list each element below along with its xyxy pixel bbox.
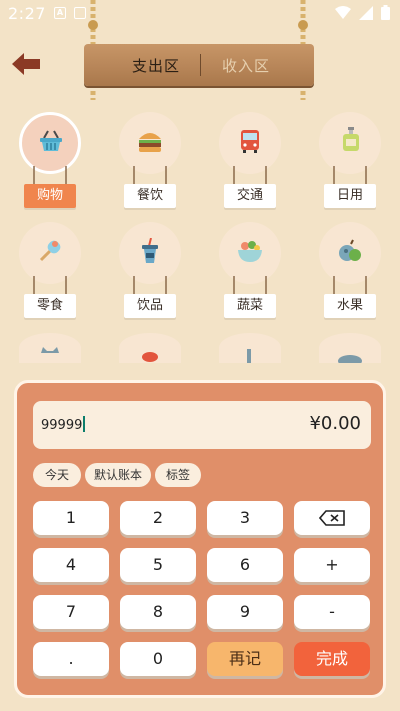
category-label: 饮品	[124, 294, 176, 318]
category-label: 餐饮	[124, 184, 176, 208]
type-switch-sign: 支出区 收入区	[84, 44, 314, 86]
key-6[interactable]: 6	[207, 548, 283, 582]
key-plus[interactable]: +	[294, 548, 370, 582]
soap-bottle-icon	[343, 127, 359, 151]
bus-icon	[241, 130, 259, 153]
note-text: 99999	[41, 418, 83, 433]
back-arrow-icon[interactable]	[10, 50, 42, 78]
category-icon-circle	[19, 112, 81, 174]
key-minus[interactable]: -	[294, 595, 370, 629]
category-label: 水果	[324, 294, 376, 318]
category-icon-circle	[319, 112, 381, 174]
category-daily[interactable]: 日用	[310, 112, 390, 212]
category-shopping[interactable]: 购物	[10, 112, 90, 212]
wifi-icon	[335, 5, 351, 19]
tab-income[interactable]: 收入区	[222, 55, 270, 76]
backspace-button[interactable]	[294, 501, 370, 535]
vegetable-bowl-icon	[238, 241, 262, 262]
ledger-chip[interactable]: 默认账本	[85, 463, 151, 487]
record-again-button[interactable]: 再记	[207, 642, 283, 676]
category-vegetables[interactable]: 蔬菜	[210, 222, 290, 322]
category-label: 蔬菜	[224, 294, 276, 318]
label-strings	[33, 276, 67, 296]
category-icon-circle	[119, 112, 181, 174]
category-icon-circle	[19, 222, 81, 284]
category-drinks[interactable]: 饮品	[110, 222, 190, 322]
label-strings	[333, 166, 367, 186]
fruit-icon	[339, 239, 361, 261]
category-label: 零食	[24, 294, 76, 318]
signal-icon	[359, 5, 373, 20]
tab-expense[interactable]: 支出区	[132, 55, 180, 76]
label-strings	[133, 166, 167, 186]
battery-icon	[381, 5, 390, 20]
done-button[interactable]: 完成	[294, 642, 370, 676]
key-8[interactable]: 8	[120, 595, 196, 629]
text-caret	[83, 416, 86, 432]
key-9[interactable]: 9	[207, 595, 283, 629]
label-strings	[233, 276, 267, 296]
label-strings	[33, 166, 67, 186]
ice-cream-icon	[39, 240, 61, 262]
category-label: 交通	[224, 184, 276, 208]
category-dining[interactable]: 餐饮	[110, 112, 190, 212]
key-3[interactable]: 3	[207, 501, 283, 535]
key-0[interactable]: 0	[120, 642, 196, 676]
tag-chip[interactable]: 标签	[155, 463, 201, 487]
category-icon-circle	[119, 222, 181, 284]
category-peek[interactable]	[119, 333, 181, 363]
bottle-icon	[247, 349, 251, 363]
disc-icon	[338, 355, 362, 363]
burger-icon	[139, 133, 161, 152]
entry-panel: 99999 ¥0.00 今天 默认账本 标签 1 2 3 4 5 6 + 7 8…	[14, 380, 386, 698]
category-fruit[interactable]: 水果	[310, 222, 390, 322]
key-2[interactable]: 2	[120, 501, 196, 535]
status-icons	[335, 5, 390, 20]
status-bar: 2:27 A	[0, 0, 400, 26]
label-strings	[333, 276, 367, 296]
category-icon-circle	[319, 222, 381, 284]
amount-value: ¥0.00	[309, 413, 361, 434]
category-peek[interactable]	[319, 333, 381, 363]
shopping-basket-icon	[40, 130, 62, 151]
amount-input-box[interactable]: 99999 ¥0.00	[33, 401, 371, 449]
cat-icon	[41, 347, 59, 353]
key-1[interactable]: 1	[33, 501, 109, 535]
drink-cup-icon	[142, 238, 158, 263]
date-chip[interactable]: 今天	[33, 463, 81, 487]
category-snacks[interactable]: 零食	[10, 222, 90, 322]
label-strings	[233, 166, 267, 186]
category-transport[interactable]: 交通	[210, 112, 290, 212]
status-time: 2:27	[8, 4, 46, 23]
key-5[interactable]: 5	[120, 548, 196, 582]
key-dot[interactable]: .	[33, 642, 109, 676]
category-icon-circle	[219, 222, 281, 284]
category-icon-circle	[219, 112, 281, 174]
category-label: 购物	[24, 184, 76, 208]
category-peek[interactable]	[19, 333, 81, 363]
key-7[interactable]: 7	[33, 595, 109, 629]
label-strings	[133, 276, 167, 296]
category-peek[interactable]	[219, 333, 281, 363]
note-input[interactable]: 99999	[41, 416, 86, 433]
tab-divider	[200, 54, 201, 76]
crab-icon	[142, 352, 158, 362]
key-4[interactable]: 4	[33, 548, 109, 582]
notification-a-icon: A	[54, 7, 66, 19]
notification-square-icon	[74, 7, 86, 19]
backspace-icon	[318, 510, 345, 526]
category-label: 日用	[324, 184, 376, 208]
